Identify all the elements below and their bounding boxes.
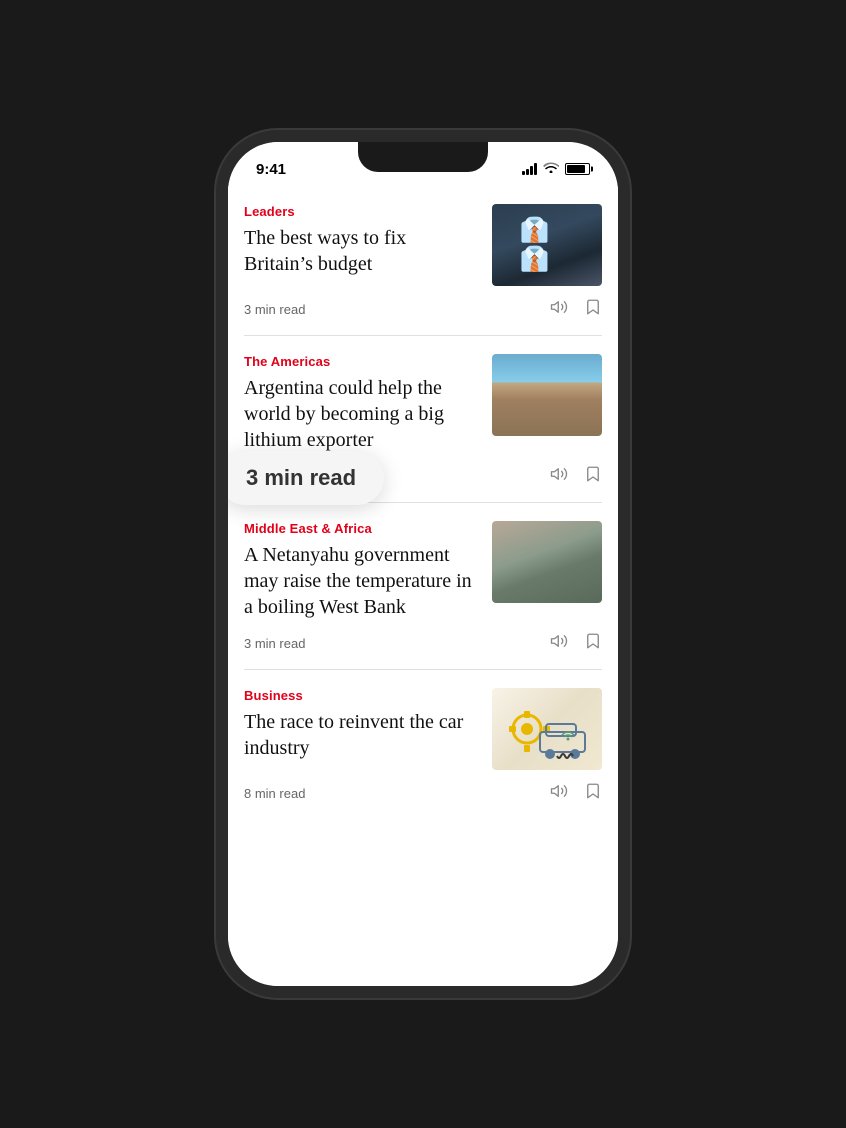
sound-icon[interactable] [550,465,568,488]
article-title[interactable]: The best ways to fix Britain’s budget [244,225,480,277]
status-icons [522,161,590,178]
tooltip-bubble: 3 min read [228,451,384,505]
article-title[interactable]: A Netanyahu government may raise the tem… [244,542,480,620]
article-actions [550,782,602,805]
read-time: 3 min read [244,636,305,651]
article-card[interactable]: Middle East & Africa A Netanyahu governm… [228,503,618,669]
article-image [492,688,602,770]
article-title[interactable]: Argentina could help the world by becomi… [244,375,480,453]
article-actions [550,298,602,321]
read-time: 8 min read [244,786,305,801]
article-image [492,521,602,603]
tooltip-text: 3 min read [246,465,356,490]
article-text: Middle East & Africa A Netanyahu governm… [244,521,480,620]
article-category[interactable]: Middle East & Africa [244,521,480,536]
article-category[interactable]: The Americas [244,354,480,369]
sound-icon[interactable] [550,632,568,655]
article-actions [550,632,602,655]
bookmark-icon[interactable] [584,298,602,321]
status-time: 9:41 [256,161,286,178]
article-title[interactable]: The race to reinvent the car industry [244,709,480,761]
article-footer: 8 min read [244,782,602,805]
article-image [492,204,602,286]
signal-icon [522,163,537,175]
article-text: Leaders The best ways to fix Britain’s b… [244,204,480,277]
article-actions [550,465,602,488]
article-footer: 3 min read [244,298,602,321]
article-category[interactable]: Business [244,688,480,703]
article-category[interactable]: Leaders [244,204,480,219]
article-image [492,354,602,436]
sound-icon[interactable] [550,782,568,805]
read-time: 3 min read [244,302,305,317]
article-footer: 3 min read [244,632,602,655]
wifi-icon [543,161,559,178]
battery-icon [565,163,590,175]
article-text: Business The race to reinvent the car in… [244,688,480,761]
bookmark-icon[interactable] [584,465,602,488]
bookmark-icon[interactable] [584,632,602,655]
bookmark-icon[interactable] [584,782,602,805]
phone-notch [358,142,488,172]
content-area[interactable]: 3 min read Leaders The best ways to fix … [228,186,618,986]
article-card[interactable]: Business The race to reinvent the car in… [228,670,618,819]
article-text: The Americas Argentina could help the wo… [244,354,480,453]
article-card[interactable]: Leaders The best ways to fix Britain’s b… [228,186,618,335]
phone-frame: 9:41 3 min read [228,142,618,986]
sound-icon[interactable] [550,298,568,321]
